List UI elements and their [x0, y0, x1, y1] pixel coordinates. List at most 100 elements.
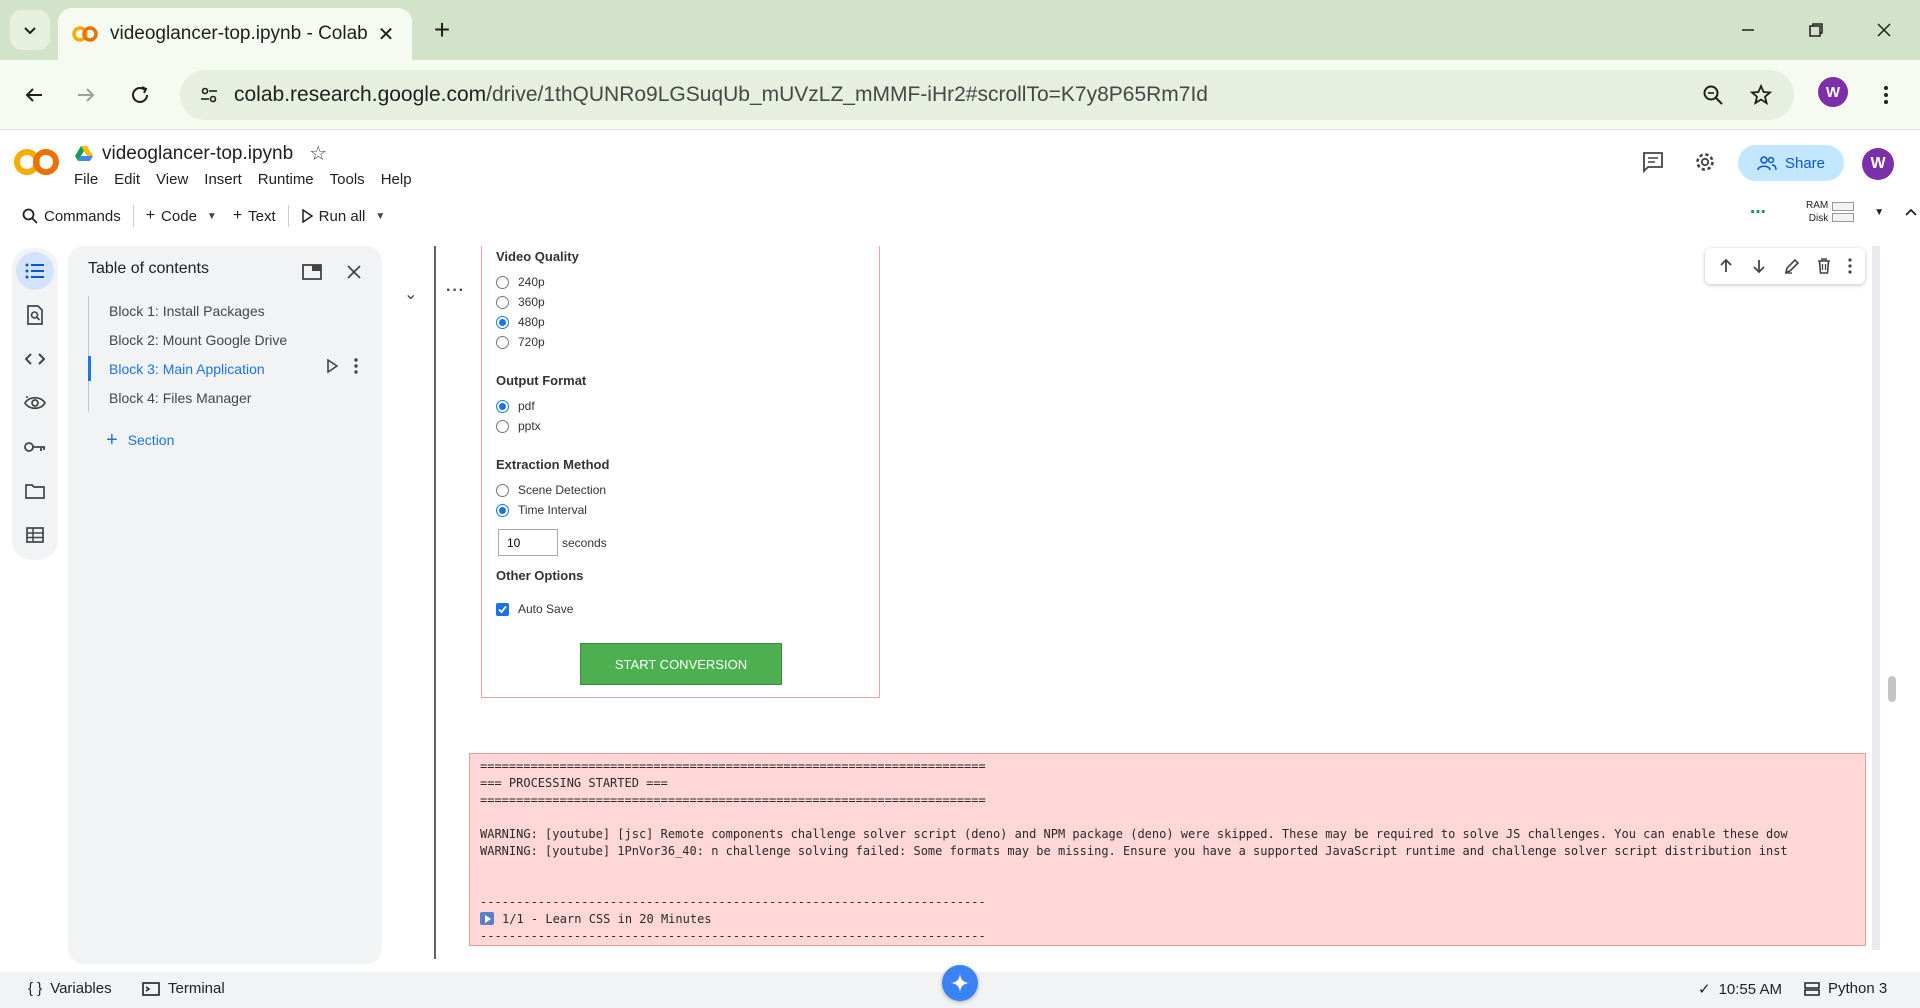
add-section-button[interactable]: + Section [106, 430, 174, 450]
quality-option-480p[interactable]: 480p [496, 315, 545, 329]
terminal-button[interactable]: Terminal [142, 980, 225, 997]
chevron-down-icon[interactable]: ▼ [1874, 207, 1884, 218]
interval-seconds-input[interactable] [498, 529, 558, 556]
menu-view[interactable]: View [156, 171, 188, 188]
auto-save-checkbox[interactable] [496, 602, 509, 616]
account-avatar[interactable]: W [1862, 148, 1894, 180]
notebook-scrollbar-track[interactable] [1872, 246, 1880, 950]
menu-runtime[interactable]: Runtime [258, 171, 314, 188]
toc-panel: Table of contents Block 1: Install Packa… [68, 246, 382, 964]
execution-status[interactable]: ✓ 10:55 AM [1698, 980, 1782, 999]
settings-button[interactable] [1690, 147, 1720, 177]
option-label: Time Interval [518, 503, 587, 517]
browser-menu-button[interactable] [1866, 75, 1906, 115]
address-bar[interactable]: colab.research.google.com/drive/1thQUNRo… [180, 70, 1794, 120]
rail-secrets[interactable] [16, 428, 54, 466]
rail-files[interactable] [16, 472, 54, 510]
radio-button[interactable] [496, 335, 509, 349]
toc-item[interactable]: Block 1: Install Packages [89, 296, 368, 325]
tab-close-icon[interactable]: ✕ [374, 22, 398, 47]
resources-indicator[interactable]: ⋯ RAM Disk ▼ [1750, 199, 1918, 225]
format-option-pdf[interactable]: pdf [496, 399, 535, 413]
menu-insert[interactable]: Insert [204, 171, 242, 188]
new-tab-button[interactable]: + [424, 12, 460, 48]
chevron-down-icon[interactable]: ▼ [375, 211, 385, 222]
chevron-up-icon[interactable] [1904, 207, 1918, 217]
browser-profile-avatar[interactable]: W [1818, 77, 1848, 107]
star-notebook-icon[interactable]: ☆ [309, 141, 327, 166]
radio-button-selected[interactable] [496, 503, 509, 517]
tab-search-button[interactable] [10, 10, 50, 50]
toc-item-active[interactable]: Block 3: Main Application [88, 354, 368, 383]
extraction-option-scene[interactable]: Scene Detection [496, 483, 606, 497]
zoom-icon[interactable] [1698, 80, 1728, 110]
toc-item[interactable]: Block 2: Mount Google Drive [89, 325, 368, 354]
menu-tools[interactable]: Tools [330, 171, 365, 188]
radio-button[interactable] [496, 275, 509, 289]
browser-tab-active[interactable]: videoglancer-top.ipynb - Colab ✕ [58, 8, 412, 60]
plus-icon: + [232, 207, 243, 224]
menu-file[interactable]: File [74, 171, 98, 188]
extraction-option-interval[interactable]: Time Interval [496, 503, 587, 517]
radio-button[interactable] [496, 295, 509, 309]
radio-button-selected[interactable] [496, 399, 509, 413]
add-code-button[interactable]: + Code ▼ [138, 200, 225, 232]
cell-output-menu-icon[interactable]: ··· [446, 282, 465, 300]
checkmark-icon: ✓ [1698, 981, 1711, 998]
rail-code-snippets[interactable] [16, 340, 54, 378]
edit-pencil-icon[interactable] [1784, 258, 1800, 274]
back-button[interactable] [14, 75, 54, 115]
toc-close-button[interactable] [340, 258, 368, 286]
bookmark-star-icon[interactable] [1746, 80, 1776, 110]
rail-find[interactable] [16, 296, 54, 334]
move-up-icon[interactable] [1718, 258, 1734, 274]
toc-popout-button[interactable] [298, 258, 326, 286]
comments-button[interactable] [1638, 147, 1668, 177]
cell-focus-bar [434, 246, 436, 959]
forward-button[interactable] [66, 75, 106, 115]
delete-icon[interactable] [1817, 258, 1831, 274]
run-all-button[interactable]: Run all ▼ [293, 200, 394, 232]
play-icon[interactable] [326, 359, 338, 373]
reload-button[interactable] [120, 75, 160, 115]
auto-save-option[interactable]: Auto Save [496, 602, 573, 616]
comment-icon [1643, 152, 1663, 173]
menu-help[interactable]: Help [381, 171, 412, 188]
rail-data-tables[interactable] [16, 516, 54, 554]
collapse-output-icon[interactable]: ⌄ [404, 284, 417, 304]
more-vertical-icon[interactable] [1848, 258, 1852, 274]
colab-logo-icon[interactable] [14, 147, 60, 177]
close-window-button[interactable] [1864, 12, 1904, 48]
browser-toolbar: colab.research.google.com/drive/1thQUNRo… [0, 60, 1920, 130]
toc-item[interactable]: Block 4: Files Manager [89, 383, 368, 412]
runtime-indicator[interactable]: Python 3 [1804, 980, 1887, 997]
radio-button[interactable] [496, 483, 509, 497]
quality-option-720p[interactable]: 720p [496, 335, 545, 349]
option-label: 720p [518, 335, 545, 349]
restore-button[interactable] [1796, 12, 1836, 48]
add-text-button[interactable]: + Text [225, 200, 284, 232]
interval-row: seconds [498, 529, 607, 556]
minimize-button[interactable] [1728, 12, 1768, 48]
gemini-button[interactable] [942, 965, 978, 1001]
radio-button-selected[interactable] [496, 315, 509, 329]
start-conversion-button[interactable]: START CONVERSION [580, 643, 782, 685]
more-vertical-icon[interactable] [354, 358, 358, 374]
share-button[interactable]: Share [1738, 145, 1844, 181]
radio-button[interactable] [496, 419, 509, 433]
commands-button[interactable]: Commands [14, 200, 129, 232]
notebook-scrollbar-thumb[interactable] [1888, 676, 1896, 702]
rail-toc[interactable] [16, 252, 54, 290]
rail-variables[interactable] [16, 384, 54, 422]
variables-button[interactable]: { } Variables [28, 980, 112, 997]
toc-item-tools [326, 358, 358, 374]
menu-edit[interactable]: Edit [114, 171, 140, 188]
chevron-down-icon[interactable]: ▼ [207, 211, 217, 222]
notebook-title[interactable]: videoglancer-top.ipynb [102, 143, 293, 165]
format-option-pptx[interactable]: pptx [496, 419, 541, 433]
quality-option-240p[interactable]: 240p [496, 275, 545, 289]
colab-header: videoglancer-top.ipynb ☆ File Edit View … [0, 131, 1920, 243]
site-info-icon[interactable] [194, 80, 224, 110]
quality-option-360p[interactable]: 360p [496, 295, 545, 309]
move-down-icon[interactable] [1751, 258, 1767, 274]
